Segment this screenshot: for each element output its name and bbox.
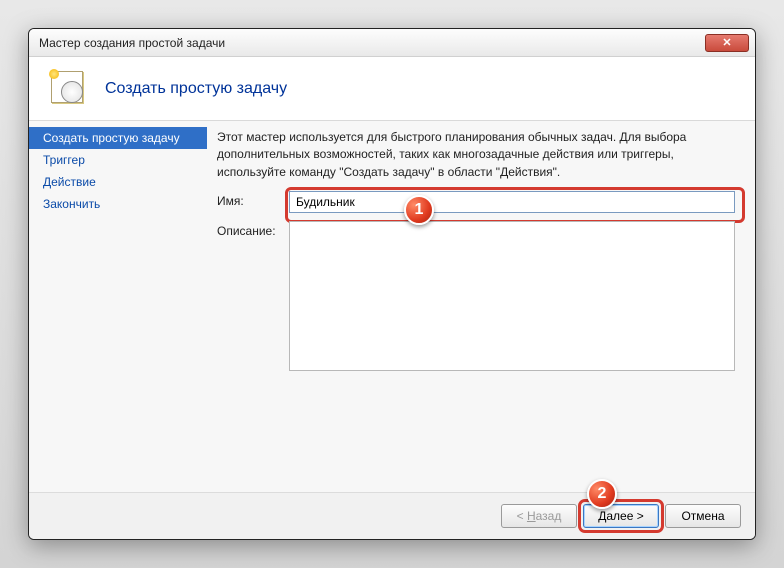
titlebar: Мастер создания простой задачи ✕ (29, 29, 755, 57)
annotation-badge-2: 2 (587, 479, 617, 509)
next-suffix: алее > (606, 509, 643, 523)
wizard-header: Создать простую задачу (29, 57, 755, 121)
back-button: < Назад (501, 504, 577, 528)
sidebar-item-create-task[interactable]: Создать простую задачу (29, 127, 207, 149)
next-button[interactable]: Далее > (583, 504, 659, 528)
description-textarea[interactable] (289, 221, 735, 371)
wizard-sidebar: Создать простую задачу Триггер Действие … (29, 121, 207, 492)
close-button[interactable]: ✕ (705, 34, 749, 52)
sidebar-item-trigger[interactable]: Триггер (29, 149, 207, 171)
wizard-body: Создать простую задачу Триггер Действие … (29, 121, 755, 492)
task-wizard-icon (49, 69, 89, 109)
annotation-badge-1: 1 (404, 195, 434, 225)
name-input[interactable] (289, 191, 735, 213)
name-label: Имя: (217, 191, 289, 208)
window-title: Мастер создания простой задачи (39, 36, 705, 50)
sidebar-item-action[interactable]: Действие (29, 171, 207, 193)
cancel-button[interactable]: Отмена (665, 504, 741, 528)
wizard-main: Этот мастер используется для быстрого пл… (207, 121, 755, 492)
wizard-header-title: Создать простую задачу (105, 80, 287, 98)
name-row: Имя: (217, 191, 735, 213)
close-icon: ✕ (722, 36, 731, 49)
wizard-footer: < Назад Далее > Отмена (29, 492, 755, 539)
back-hotkey: Н (527, 509, 536, 523)
wizard-window: Мастер создания простой задачи ✕ Создать… (28, 28, 756, 540)
back-suffix: азад (536, 509, 562, 523)
description-row: Описание: (217, 221, 735, 374)
sidebar-item-finish[interactable]: Закончить (29, 193, 207, 215)
back-prefix: < (517, 509, 527, 523)
wizard-description: Этот мастер используется для быстрого пл… (217, 129, 735, 181)
description-label: Описание: (217, 221, 289, 238)
